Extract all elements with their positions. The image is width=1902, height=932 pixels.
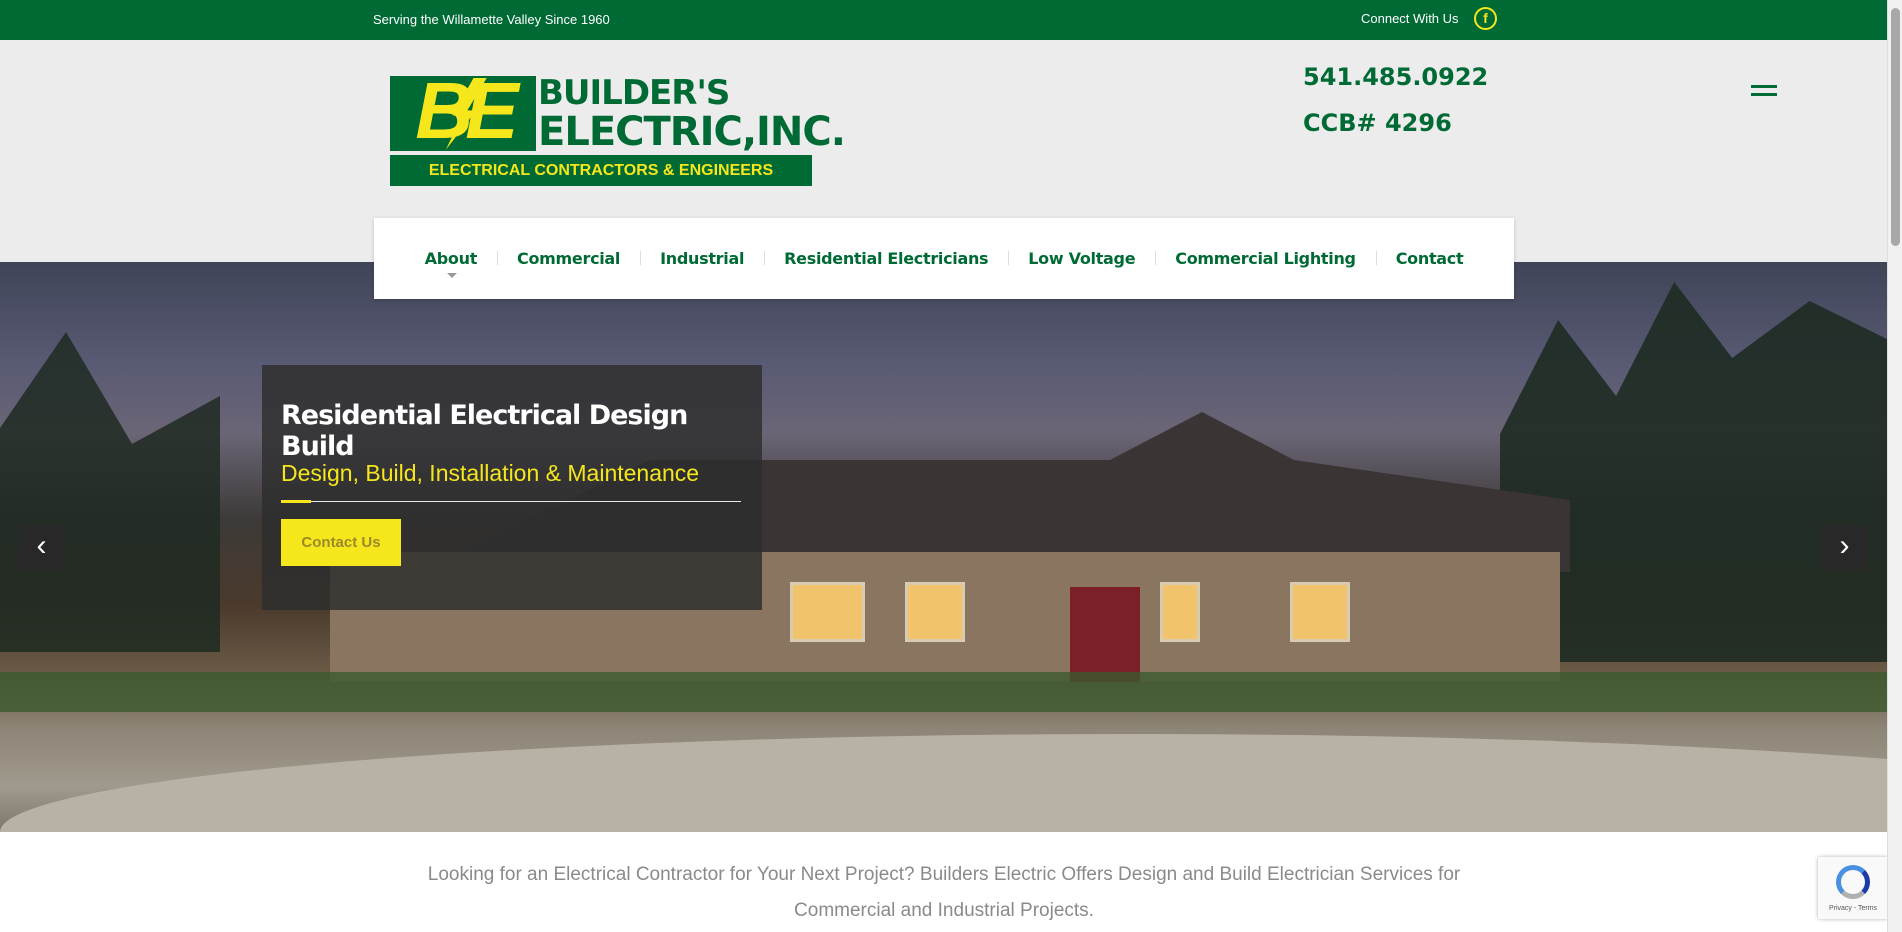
facebook-icon[interactable]: f: [1474, 7, 1497, 30]
main-nav: About Commercial Industrial Residential …: [374, 218, 1514, 299]
recaptcha-links[interactable]: Privacy - Terms: [1820, 905, 1886, 912]
recaptcha-icon: [1836, 865, 1870, 899]
nav-item-contact[interactable]: Contact: [1375, 249, 1484, 268]
nav-item-industrial[interactable]: Industrial: [640, 249, 764, 268]
logo-tagline: ELECTRICAL CONTRACTORS & ENGINEERS: [394, 159, 808, 182]
nav-item-label: Low Voltage: [1028, 249, 1136, 268]
ccb-number: CCB# 4296: [1303, 109, 1452, 137]
hero-image-window: [1160, 582, 1200, 642]
chevron-left-icon[interactable]: ‹: [19, 525, 64, 570]
scrollbar[interactable]: [1887, 0, 1902, 932]
chevron-right-icon[interactable]: ›: [1822, 525, 1867, 570]
nav-item-label: Commercial Lighting: [1175, 249, 1356, 268]
site-logo[interactable]: BE BUILDER'S ELECTRIC,INC. ELECTRICAL CO…: [390, 70, 846, 186]
nav-item-label: Residential Electricians: [784, 249, 989, 268]
slide-subtitle: Design, Build, Installation & Maintenanc…: [281, 460, 700, 486]
logo-name-line2: ELECTRIC,INC.: [538, 109, 846, 155]
scrollbar-thumb[interactable]: [1891, 8, 1900, 246]
hero-image-window: [905, 582, 965, 642]
slide-divider-accent: [281, 500, 311, 503]
connect-label: Connect With Us: [1361, 11, 1459, 26]
slide-divider: [281, 501, 741, 502]
top-bar: Serving the Willamette Valley Since 1960…: [0, 0, 1887, 40]
nav-item-about[interactable]: About: [405, 249, 497, 278]
menu-icon[interactable]: [1751, 85, 1777, 101]
intro-text: Looking for an Electrical Contractor for…: [427, 864, 1461, 921]
nav-item-label: Commercial: [517, 249, 621, 268]
slide-caption: Residential Electrical Design Build Desi…: [262, 365, 762, 610]
recaptcha-badge[interactable]: Privacy - Terms: [1818, 857, 1888, 919]
hero-image-lawn: [0, 672, 1887, 712]
hero-image-door: [1070, 587, 1140, 682]
nav-item-commercial-lighting[interactable]: Commercial Lighting: [1155, 249, 1375, 268]
nav-item-label: Industrial: [660, 249, 745, 268]
nav-item-label: About: [424, 249, 478, 268]
contact-us-button[interactable]: Contact Us: [281, 519, 401, 566]
nav-item-low-voltage[interactable]: Low Voltage: [1008, 249, 1155, 268]
hero-image-window: [790, 582, 865, 642]
nav-item-commercial[interactable]: Commercial: [497, 249, 640, 268]
hero-image-trees-left: [0, 332, 220, 652]
hero-image-window: [1290, 582, 1350, 642]
hero-image-driveway: [0, 734, 1887, 832]
site-tagline: Serving the Willamette Valley Since 1960: [373, 12, 610, 27]
nav-item-residential-electricians[interactable]: Residential Electricians: [764, 249, 1008, 268]
logo-name-line1: BUILDER'S: [538, 73, 730, 113]
phone-number[interactable]: 541.485.0922: [1303, 63, 1488, 91]
caret-down-icon: [446, 273, 457, 278]
slide-title: Residential Electrical Design Build: [281, 400, 688, 462]
nav-item-label: Contact: [1395, 249, 1464, 268]
intro-section: Looking for an Electrical Contractor for…: [0, 832, 1887, 932]
